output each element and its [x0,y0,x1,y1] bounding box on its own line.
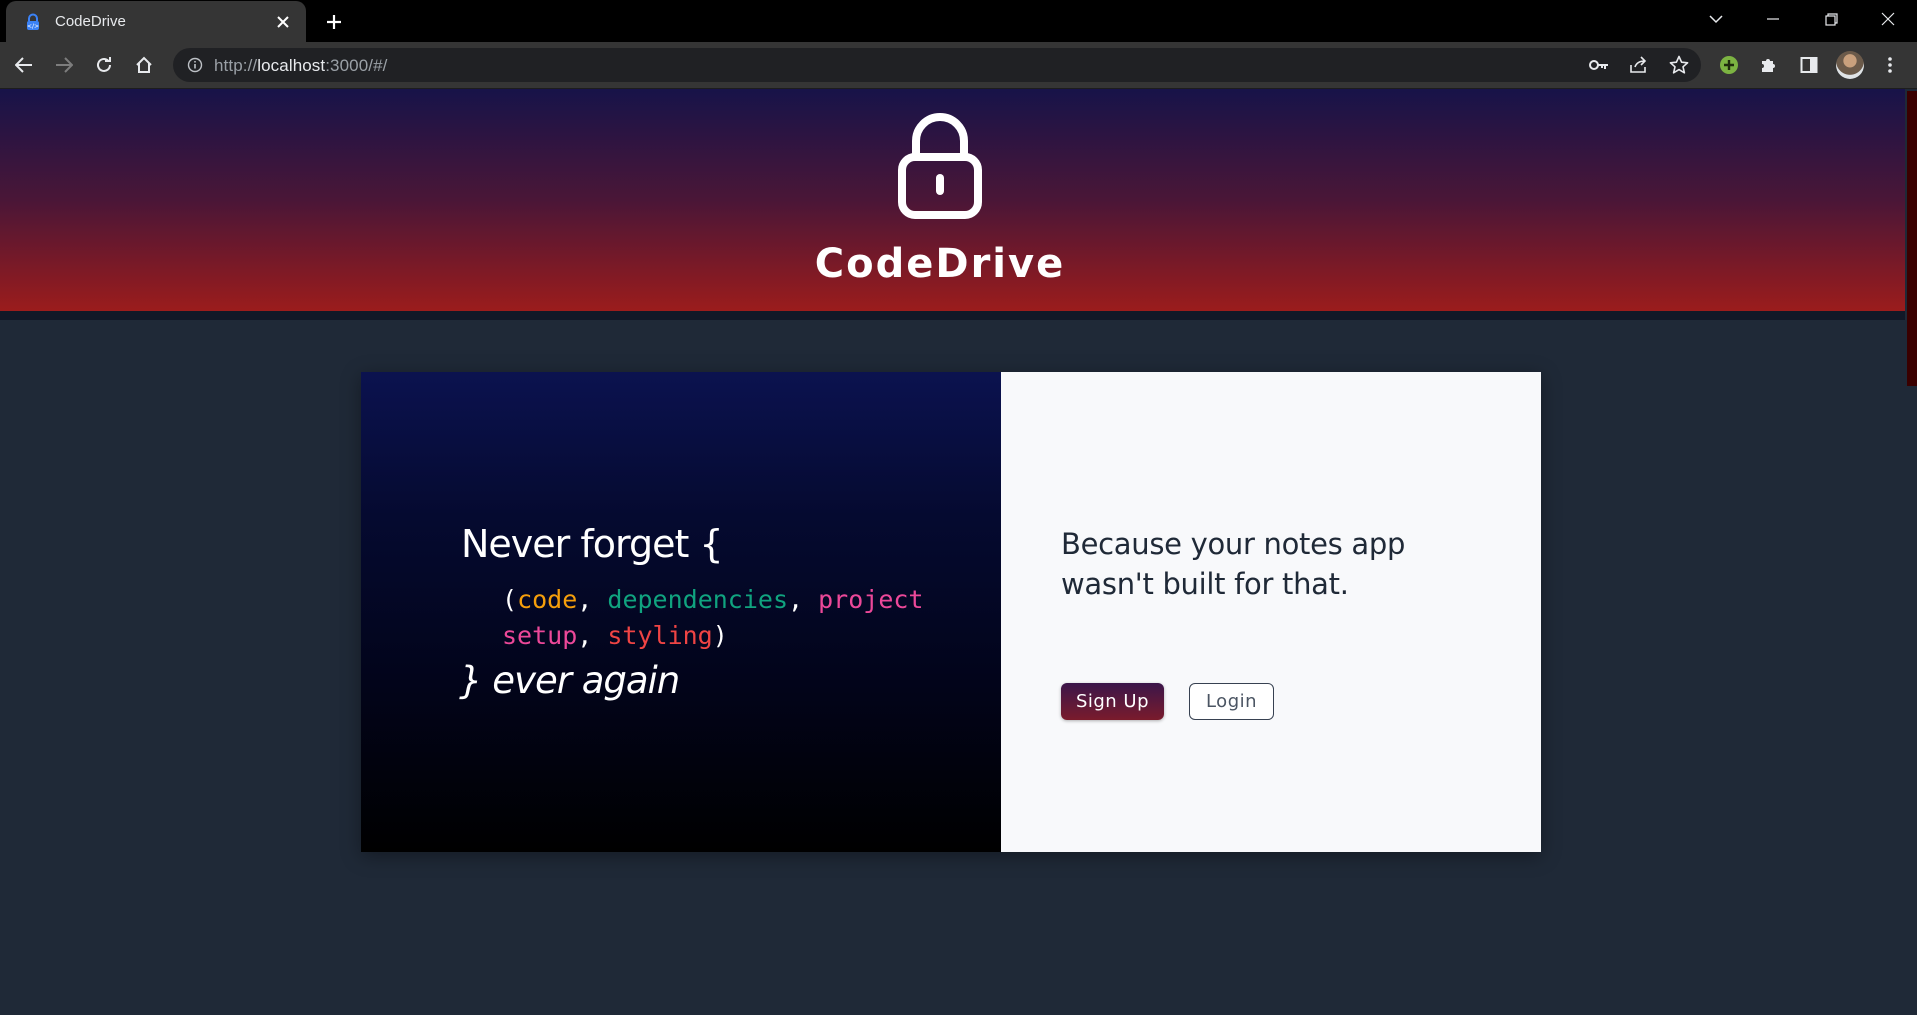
password-key-icon[interactable] [1587,53,1611,77]
code-item: styling [607,621,713,650]
code-snippet: (code, dependencies, project setup, styl… [502,585,924,650]
hero-card: Never forget { (code, dependencies, proj… [361,372,1541,852]
home-icon[interactable] [128,49,160,81]
browser-tab[interactable]: </> CodeDrive [6,1,306,42]
favicon-icon: </> [23,12,43,32]
restore-icon[interactable] [1808,0,1854,38]
profile-avatar[interactable] [1836,51,1864,79]
page-scrollbar[interactable] [1905,89,1917,1015]
tab-search-chevron-icon[interactable] [1693,0,1739,38]
back-arrow-icon[interactable] [8,49,40,81]
browser-menu-icon[interactable] [1874,49,1906,81]
ever-again-text: } ever again [459,659,680,702]
code-item: dependencies [607,585,789,614]
lock-icon [897,113,983,219]
extension-green-icon[interactable] [1713,49,1745,81]
browser-toolbar: http://localhost:3000/#/ [0,42,1917,89]
tab-title: CodeDrive [55,13,126,30]
close-tab-icon[interactable] [270,9,296,35]
sign-up-button[interactable]: Sign Up [1061,683,1164,720]
site-info-icon[interactable] [185,55,205,75]
minimize-icon[interactable] [1750,0,1796,38]
scrollbar-thumb[interactable] [1907,91,1917,386]
browser-tabstrip: </> CodeDrive [0,0,1917,42]
share-icon[interactable] [1627,53,1651,77]
login-button[interactable]: Login [1189,683,1274,720]
tagline: Because your notes app wasn't built for … [1061,527,1406,601]
close-paren: ) [712,621,728,650]
svg-text:</>: </> [27,23,39,30]
address-bar[interactable]: http://localhost:3000/#/ [173,48,1701,82]
reload-icon[interactable] [88,49,120,81]
hero-code-panel: Never forget { (code, dependencies, proj… [361,372,1001,852]
url-text[interactable]: http://localhost:3000/#/ [214,56,387,76]
bookmark-star-icon[interactable] [1667,53,1691,77]
extensions-puzzle-icon[interactable] [1753,49,1785,81]
close-window-icon[interactable] [1865,0,1911,38]
forward-arrow-icon[interactable] [48,49,80,81]
never-forget-heading: Never forget { [461,522,724,566]
page-viewport: CodeDrive Never forget { (code, dependen… [0,89,1917,1015]
side-panel-icon[interactable] [1793,49,1825,81]
new-tab-icon[interactable] [320,8,348,36]
site-header: CodeDrive [0,89,1905,320]
cta-panel: Because your notes app wasn't built for … [1001,372,1541,852]
brand-title: CodeDrive [814,241,1066,287]
open-paren: ( [502,585,518,614]
code-item: code [517,585,578,614]
